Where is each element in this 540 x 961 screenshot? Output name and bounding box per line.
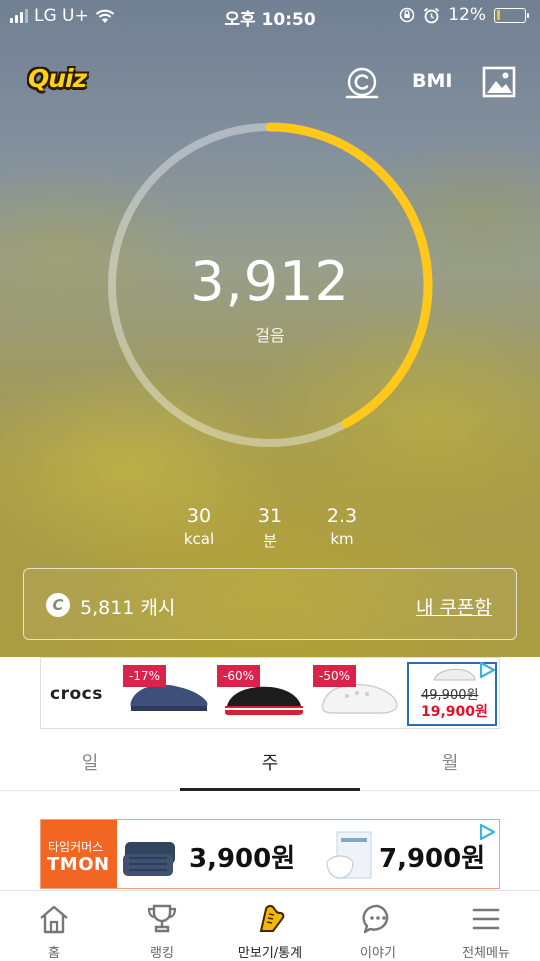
image-icon[interactable] xyxy=(482,66,516,98)
tab-month[interactable]: 월 xyxy=(410,749,490,775)
my-coupon-link[interactable]: 내 쿠폰함 xyxy=(416,593,492,620)
stat-value: 2.3 xyxy=(326,505,358,527)
alarm-icon xyxy=(424,7,440,23)
crocs-banner-ad[interactable]: crocs -17% -60% -50% 49,900원 19,900원 xyxy=(40,657,500,729)
tmon-price-1: 3,900원 xyxy=(189,844,296,874)
status-right: 12% xyxy=(399,5,529,25)
tmon-brand: TMON xyxy=(47,854,110,875)
menu-icon xyxy=(472,908,500,930)
stat-unit: km xyxy=(330,530,354,548)
tab-week[interactable]: 주 xyxy=(230,749,310,775)
tmon-banner-ad[interactable]: 타임커머스 TMON 3,900원 7,900원 xyxy=(40,819,500,889)
active-tab-indicator xyxy=(180,788,360,791)
ad-choices-icon[interactable] xyxy=(478,823,496,841)
chat-icon xyxy=(362,904,389,934)
tmon-logo: 타임커머스 TMON xyxy=(41,820,117,888)
nav-label: 만보기/통계 xyxy=(237,946,303,961)
mask-box-image xyxy=(326,831,372,879)
nav-item-ranking[interactable]: 랭킹 xyxy=(108,891,216,961)
home-icon xyxy=(40,905,68,934)
nav-item-home[interactable]: 홈 xyxy=(0,891,108,961)
bmi-button[interactable]: BMI xyxy=(412,70,452,92)
trophy-icon xyxy=(147,904,177,933)
stat-value: 31 xyxy=(257,505,283,527)
stat-distance: 2.3 km xyxy=(302,505,382,548)
stat-value: 30 xyxy=(186,505,212,527)
quiz-button[interactable]: Quiz xyxy=(28,64,87,93)
step-count: 3,912 xyxy=(190,250,350,313)
nav-item-story[interactable]: 이야기 xyxy=(324,891,432,961)
discount-badge: -60% xyxy=(217,665,261,687)
activity-hero: LG U+ 오후 10:50 12% Quiz BMI 3,912 걸음 30 … xyxy=(0,0,540,657)
period-tabs: 일 주 월 xyxy=(0,729,540,791)
battery-percent: 12% xyxy=(448,5,486,25)
discount-badge: -17% xyxy=(123,665,167,687)
cash-c-icon[interactable] xyxy=(344,66,380,100)
sale-price: 19,900원 xyxy=(421,704,488,720)
tab-day[interactable]: 일 xyxy=(50,749,130,775)
nav-label: 이야기 xyxy=(360,946,396,961)
rotation-lock-icon xyxy=(399,7,415,23)
nav-item-menu[interactable]: 전체메뉴 xyxy=(432,891,540,961)
stat-calories: 30 kcal xyxy=(159,505,239,548)
stat-unit: kcal xyxy=(183,530,215,548)
stat-minutes: 31 분 xyxy=(230,505,310,551)
tmon-price-2: 7,900원 xyxy=(379,844,486,874)
mask-pack-image xyxy=(123,842,175,876)
step-unit-label: 걸음 xyxy=(255,326,285,345)
discount-badge: -50% xyxy=(313,665,357,687)
battery-icon xyxy=(494,7,529,23)
nav-label: 홈 xyxy=(48,946,60,961)
stat-unit: 분 xyxy=(263,532,277,550)
tmon-tagline: 타임커머스 xyxy=(48,840,104,854)
nav-item-pedometer[interactable]: 만보기/통계 xyxy=(216,891,324,961)
ad-choices-icon[interactable] xyxy=(478,661,496,679)
cash-amount: 5,811 캐시 xyxy=(80,597,176,619)
nav-label: 전체메뉴 xyxy=(462,946,510,961)
nav-label: 랭킹 xyxy=(150,946,174,961)
cash-coin-icon: C xyxy=(46,593,70,617)
shoe-icon xyxy=(259,904,285,932)
shoe-thumbnail xyxy=(433,668,476,681)
bottom-navigation: 홈 랭킹 만보기/통계 이야기 전체메뉴 xyxy=(0,890,540,961)
status-bar: LG U+ 오후 10:50 12% xyxy=(0,0,540,32)
cash-card[interactable]: C 5,811 캐시 내 쿠폰함 xyxy=(23,568,517,640)
battery-level-fill xyxy=(496,10,500,20)
crocs-logo: crocs xyxy=(50,684,103,704)
